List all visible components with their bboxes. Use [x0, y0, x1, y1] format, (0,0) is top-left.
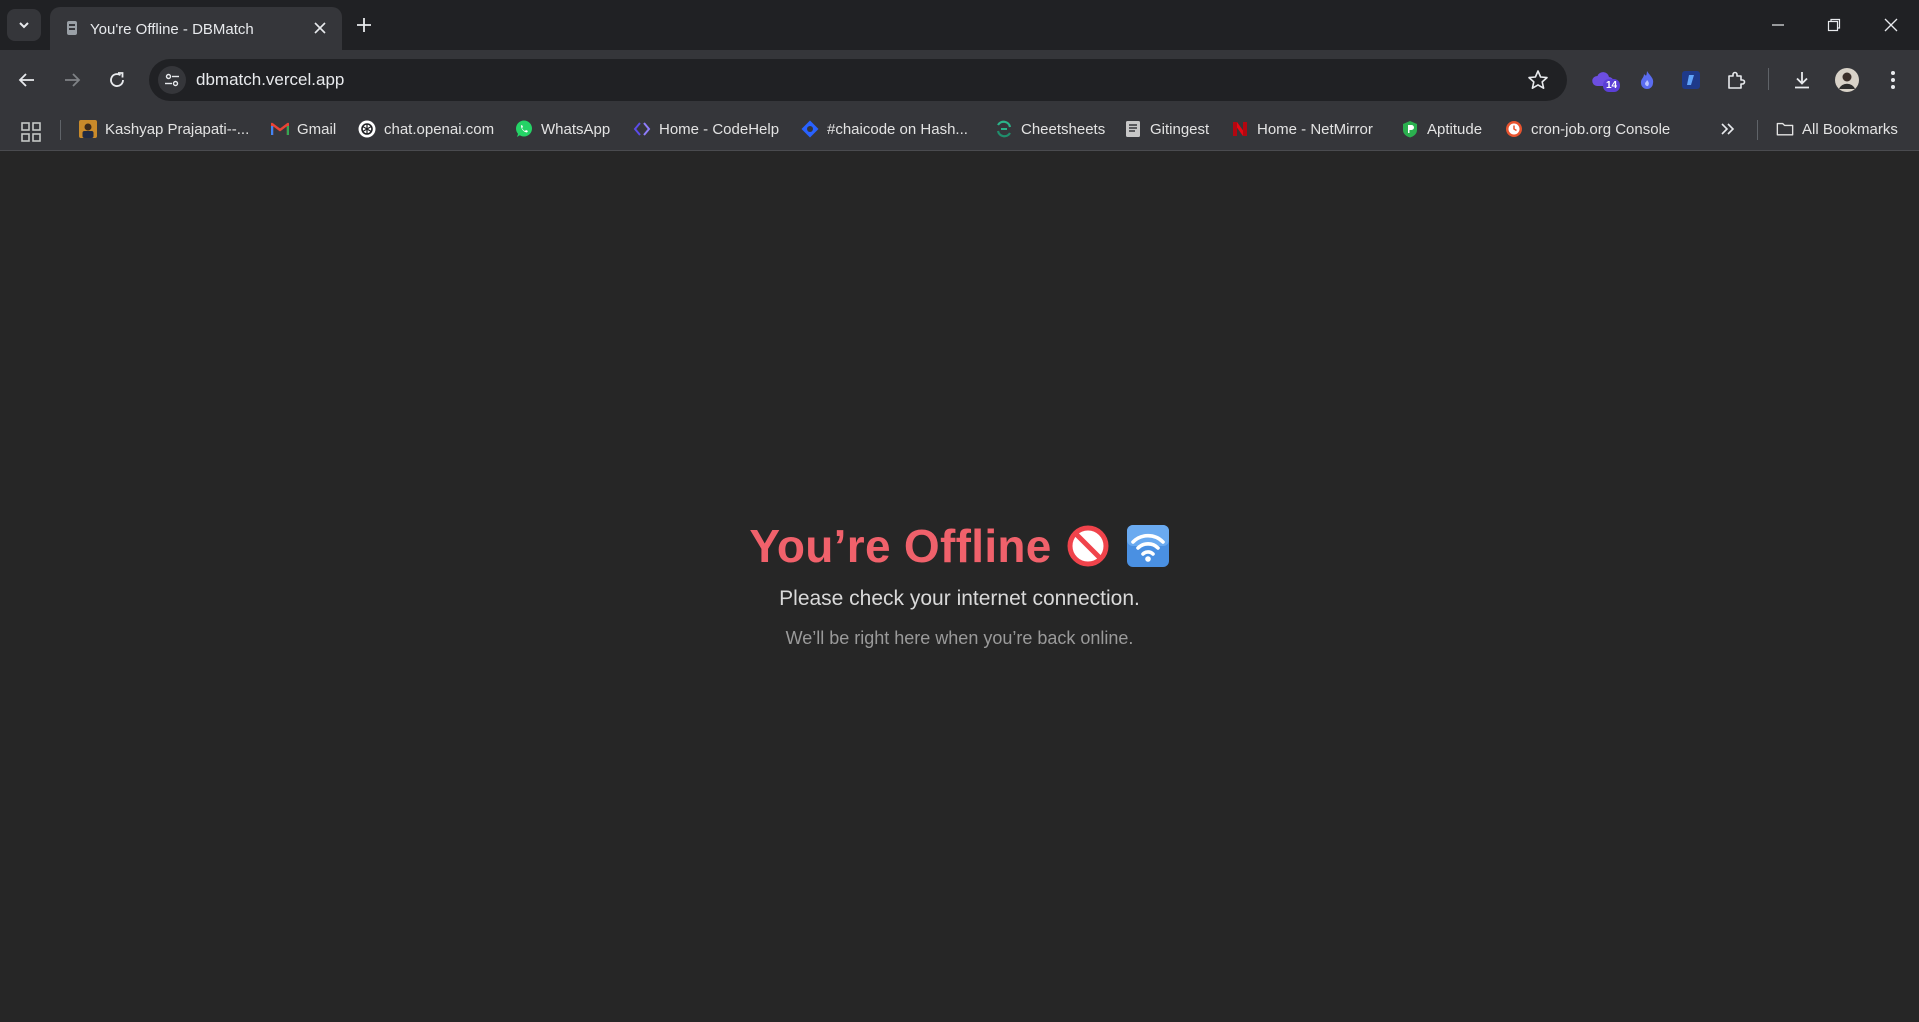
tune-icon — [165, 73, 179, 87]
bookmark-item[interactable]: chat.openai.com — [358, 116, 494, 142]
gitingest-icon — [1124, 120, 1142, 138]
forward-button[interactable] — [59, 67, 85, 93]
restore-button[interactable] — [1821, 12, 1847, 38]
bookmark-label: Home - CodeHelp — [659, 120, 780, 138]
hashnode-icon — [801, 120, 819, 138]
site-info-button[interactable] — [158, 66, 186, 94]
reload-button[interactable] — [104, 67, 130, 93]
bookmark-item[interactable]: #chaicode on Hash... — [801, 116, 968, 142]
prohibited-icon — [1067, 525, 1109, 567]
bookmark-item[interactable]: Home - NetMirror — [1231, 116, 1373, 142]
wifi-icon — [1126, 525, 1169, 567]
cheatsheets-icon — [995, 120, 1013, 138]
active-tab[interactable]: You're Offline - DBMatch — [50, 7, 342, 50]
flame-icon — [1640, 71, 1654, 89]
bookmark-label: cron-job.org Console — [1531, 120, 1671, 138]
reload-icon — [110, 72, 124, 87]
all-bookmarks-button[interactable]: All Bookmarks — [1776, 116, 1898, 142]
bookmark-label: Gmail — [297, 120, 337, 138]
offline-instruction: Please check your internet connection. — [779, 587, 1140, 610]
tab-close-button[interactable] — [310, 18, 330, 38]
extension-phone-button[interactable] — [1678, 67, 1704, 93]
cronjob-icon — [1505, 120, 1523, 138]
restore-icon — [1827, 18, 1841, 32]
apps-grid-icon[interactable] — [21, 122, 41, 142]
menu-button[interactable] — [1880, 67, 1906, 93]
kebab-menu-icon — [1891, 71, 1895, 89]
bookmark-label: Gitingest — [1150, 120, 1210, 138]
bookmarks-separator — [1757, 120, 1758, 140]
bookmarks-bar: Kashyap Prajapati--... Gmail chat.openai… — [0, 108, 1919, 151]
arrow-left-icon — [18, 73, 34, 87]
offline-reassurance: We’ll be right here when you’re back onl… — [785, 628, 1134, 648]
close-window-button[interactable] — [1878, 12, 1904, 38]
extension-cloud-button[interactable]: 14 — [1590, 67, 1621, 93]
tab-search-button[interactable] — [7, 9, 41, 41]
bookmark-item[interactable]: WhatsApp — [515, 116, 610, 142]
bookmark-item[interactable]: Home - CodeHelp — [633, 116, 779, 142]
profile-avatar[interactable] — [1834, 67, 1860, 93]
offline-headline: You’re Offline — [749, 519, 1169, 573]
close-icon — [314, 22, 326, 34]
bookmark-item[interactable]: Gmail — [271, 116, 336, 142]
bookmark-item[interactable]: Aptitude — [1401, 116, 1482, 142]
url-text[interactable]: dbmatch.vercel.app — [196, 70, 344, 90]
bookmark-item[interactable]: Gitingest — [1124, 116, 1209, 142]
all-bookmarks-label: All Bookmarks — [1802, 120, 1898, 138]
puzzle-icon — [1728, 71, 1746, 89]
phone-app-icon — [1682, 71, 1700, 89]
chevron-down-icon — [19, 22, 29, 29]
bookmark-item[interactable]: Kashyap Prajapati--... — [79, 116, 249, 142]
extensions-button[interactable] — [1723, 67, 1749, 93]
downloads-button[interactable] — [1789, 67, 1815, 93]
tab-title: You're Offline - DBMatch — [90, 21, 254, 38]
bookmark-label: Home - NetMirror — [1257, 120, 1373, 138]
download-icon — [1795, 72, 1809, 89]
bookmark-label: Cheetsheets — [1021, 120, 1106, 138]
offline-title: You’re Offline — [749, 520, 1052, 572]
bookmark-label: chat.openai.com — [384, 120, 495, 138]
page-viewport: You’re Offline Please check your interne… — [0, 151, 1919, 1022]
address-bar[interactable]: dbmatch.vercel.app — [149, 59, 1567, 101]
gmail-icon — [271, 120, 289, 138]
avatar-icon — [1835, 68, 1859, 92]
openai-icon — [358, 120, 376, 138]
offline-message: You’re Offline Please check your interne… — [0, 519, 1919, 649]
bookmark-star-icon[interactable] — [1527, 69, 1549, 91]
close-icon — [1884, 18, 1898, 32]
whatsapp-icon — [515, 120, 533, 138]
extension-flame-button[interactable] — [1634, 67, 1660, 93]
minimize-icon — [1772, 24, 1784, 26]
browser-toolbar: dbmatch.vercel.app 14 — [0, 50, 1919, 108]
database-favicon-icon — [67, 21, 77, 35]
extension-badge: 14 — [1603, 79, 1621, 92]
toolbar-separator — [1768, 68, 1769, 90]
new-tab-button[interactable] — [352, 13, 376, 37]
plus-icon — [357, 18, 371, 32]
back-button[interactable] — [14, 67, 40, 93]
folder-icon — [1776, 120, 1794, 138]
more-bookmarks-button[interactable] — [1719, 116, 1735, 142]
tab-strip: You're Offline - DBMatch — [0, 0, 1919, 50]
minimize-button[interactable] — [1765, 12, 1791, 38]
bookmark-label: WhatsApp — [541, 120, 611, 138]
bookmark-item[interactable]: cron-job.org Console — [1505, 116, 1670, 142]
bookmark-label: #chaicode on Hash... — [827, 120, 968, 138]
bookmark-label: Kashyap Prajapati--... — [105, 120, 250, 138]
bookmark-item[interactable]: Cheetsheets — [995, 116, 1105, 142]
codehelp-icon — [633, 120, 651, 138]
netmirror-icon — [1231, 120, 1249, 138]
bookmark-label: Aptitude — [1427, 120, 1483, 138]
profile-photo-icon — [79, 120, 97, 138]
double-chevron-right-icon — [1721, 123, 1735, 135]
bookmarks-separator — [60, 120, 61, 140]
aptitude-icon — [1401, 120, 1419, 138]
arrow-right-icon — [65, 73, 81, 87]
